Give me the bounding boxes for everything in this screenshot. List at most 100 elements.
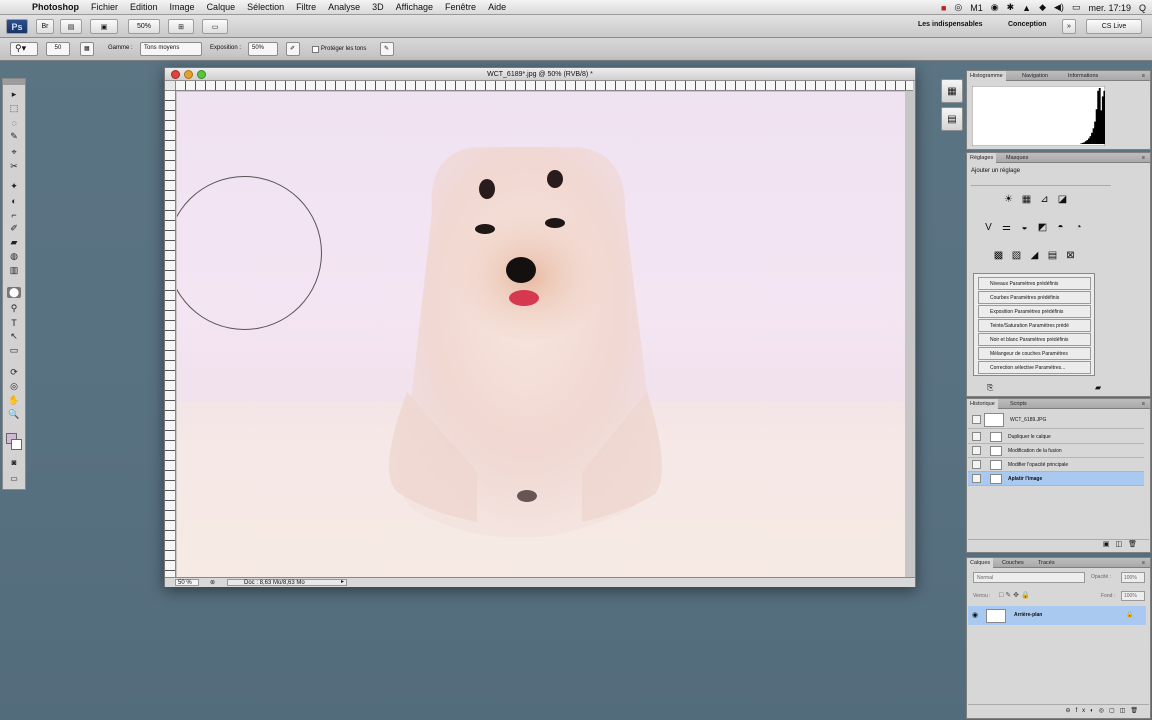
camera-icon[interactable]: ▰ — [1095, 383, 1101, 392]
exposure-input[interactable]: 50% — [248, 42, 278, 56]
status-icon[interactable]: ■ — [941, 3, 946, 13]
black-white-icon[interactable]: ◩ — [1035, 221, 1050, 234]
range-select[interactable]: Tons moyens — [140, 42, 202, 56]
arrange-documents-icon[interactable]: ⊞ — [168, 19, 194, 34]
gradient-tool-icon[interactable]: ◍ — [7, 251, 21, 262]
menu-photoshop[interactable]: Photoshop — [26, 2, 85, 12]
clock[interactable]: mer. 17:19 — [1088, 3, 1131, 13]
status-icon[interactable]: M1 — [970, 3, 983, 13]
tab-historique[interactable]: Historique — [967, 399, 998, 409]
menu-fenetre[interactable]: Fenêtre — [439, 2, 482, 12]
history-item[interactable]: Dupliquer le calque — [968, 430, 1144, 444]
ruler-origin[interactable] — [165, 81, 176, 91]
pen-tool-icon[interactable]: ⚲ — [7, 303, 21, 314]
vibrance-icon[interactable]: V — [981, 221, 996, 234]
history-source-checkbox[interactable] — [972, 432, 981, 441]
menu-aide[interactable]: Aide — [482, 2, 512, 12]
blend-mode-select[interactable]: Normal — [973, 572, 1085, 583]
panel-menu-icon[interactable]: ≡ — [1139, 558, 1148, 568]
menu-3d[interactable]: 3D — [366, 2, 390, 12]
battery-icon[interactable]: ▭ — [1072, 2, 1081, 13]
menu-analyse[interactable]: Analyse — [322, 2, 366, 12]
tab-histogramme[interactable]: Histogramme — [967, 71, 1006, 81]
preset-channel-mixer[interactable]: Mélangeur de couches Paramètres — [978, 347, 1091, 360]
blur-tool-icon[interactable]: ▥ — [7, 265, 21, 276]
tab-couches[interactable]: Couches — [999, 558, 1027, 568]
history-item[interactable]: Modifier l'opacité principale — [968, 458, 1144, 472]
airbrush-icon[interactable]: ✐ — [286, 42, 300, 56]
preset-curves[interactable]: Courbes Paramètres prédéfinis — [978, 291, 1091, 304]
preset-selective-color[interactable]: Correction sélective Paramètres... — [978, 361, 1091, 374]
history-item[interactable]: Modification de la fusion — [968, 444, 1144, 458]
history-footer-buttons[interactable]: ▣◫🗑 — [968, 539, 1149, 551]
clone-stamp-tool-icon[interactable]: ⌐ — [7, 209, 21, 220]
mini-bridge-icon[interactable]: ▤ — [60, 19, 82, 34]
eye-icon[interactable]: ◉ — [972, 606, 978, 625]
tab-traces[interactable]: Tracés — [1035, 558, 1058, 568]
move-tool-icon[interactable]: ▸ — [7, 89, 21, 100]
pressure-icon[interactable]: ✎ — [380, 42, 394, 56]
workspace-design[interactable]: Conception — [1008, 21, 1047, 28]
status-menu-arrow-icon[interactable]: ▸ — [341, 578, 344, 585]
tools-panel-header[interactable] — [3, 79, 25, 85]
brush-size-picker[interactable]: 50 — [46, 42, 70, 56]
hue-saturation-icon[interactable]: ⚌ — [999, 221, 1014, 234]
layers-footer-buttons[interactable]: ⊖fx◐◎▢◫🗑 — [968, 704, 1149, 717]
tool-preset-picker[interactable]: ⚲▾ — [10, 42, 38, 56]
menu-affichage[interactable]: Affichage — [390, 2, 439, 12]
3d-orbit-tool-icon[interactable]: ◎ — [7, 381, 21, 392]
document-info[interactable]: Doc : 8,63 Mo/8,63 Mo — [227, 579, 347, 586]
status-icon[interactable]: ◎ — [954, 2, 962, 13]
tab-masques[interactable]: Masques — [1003, 153, 1031, 163]
preset-black-white[interactable]: Noir et blanc Paramètres prédéfinis — [978, 333, 1091, 346]
hand-tool-icon[interactable]: ✋ — [7, 395, 21, 406]
spotlight-icon[interactable]: Q — [1139, 3, 1146, 13]
type-tool-icon[interactable]: T — [7, 317, 21, 328]
panel-menu-icon[interactable]: ≡ — [1139, 399, 1148, 409]
menu-fichier[interactable]: Fichier — [85, 2, 124, 12]
gradient-map-icon[interactable]: ▤ — [1045, 249, 1060, 262]
actions-panel-icon[interactable]: ▤ — [941, 107, 963, 131]
brightness-contrast-icon[interactable]: ☀ — [1001, 193, 1016, 206]
history-source-checkbox[interactable] — [972, 474, 981, 483]
history-snapshot[interactable]: WCT_6189.JPG — [968, 411, 1144, 429]
wifi-icon[interactable]: ◆ — [1039, 2, 1046, 13]
marquee-tool-icon[interactable]: ⬚ — [7, 103, 21, 114]
background-color-swatch[interactable] — [11, 439, 22, 450]
threshold-icon[interactable]: ◢ — [1027, 249, 1042, 262]
minimize-window-icon[interactable] — [184, 70, 193, 79]
menu-image[interactable]: Image — [164, 2, 201, 12]
close-window-icon[interactable] — [171, 70, 180, 79]
bridge-icon[interactable]: Br — [36, 19, 54, 34]
quick-mask-icon[interactable]: ◙ — [7, 457, 21, 468]
status-icon[interactable]: ◉ — [991, 2, 999, 13]
3d-rotate-tool-icon[interactable]: ⟳ — [7, 367, 21, 378]
panel-menu-icon[interactable]: ≡ — [1139, 71, 1148, 81]
screen-mode-icon[interactable]: ▭ — [202, 19, 228, 34]
eraser-tool-icon[interactable]: ▰ — [7, 237, 21, 248]
quick-selection-tool-icon[interactable]: ✎ — [7, 131, 21, 142]
checkbox-icon[interactable] — [312, 45, 319, 53]
crop-tool-icon[interactable]: ⌖ — [7, 147, 21, 158]
tab-navigation[interactable]: Navigation — [1019, 71, 1051, 81]
fill-input[interactable]: 100% — [1121, 591, 1145, 601]
brush-tool-icon[interactable]: ◐ — [7, 195, 21, 206]
channel-mixer-icon[interactable]: ◔ — [1071, 221, 1086, 234]
layer-row[interactable]: ◉ Arrière-plan 🔒 — [968, 606, 1146, 625]
lock-icons[interactable]: □✎✥🔒 — [999, 591, 1032, 599]
shape-tool-icon[interactable]: ▭ — [7, 345, 21, 356]
tab-calques[interactable]: Calques — [967, 558, 994, 568]
history-brush-tool-icon[interactable]: ✐ — [7, 223, 21, 234]
photo-filter-icon[interactable]: ◓ — [1053, 221, 1068, 234]
preset-levels[interactable]: Niveaux Paramètres prédéfinis — [978, 277, 1091, 290]
zoom-window-icon[interactable] — [197, 70, 206, 79]
clip-icon[interactable]: ⎘ — [987, 383, 993, 393]
levels-icon[interactable]: ▦ — [1019, 193, 1034, 206]
layer-name[interactable]: Arrière-plan — [1014, 606, 1042, 625]
vertical-ruler[interactable] — [165, 91, 176, 579]
screen-mode-icon[interactable]: ▭ — [7, 473, 21, 484]
panel-menu-icon[interactable]: ≡ — [1139, 153, 1148, 163]
workspace-essentials[interactable]: Les indispensables — [918, 21, 983, 28]
menu-calque[interactable]: Calque — [201, 2, 242, 12]
curves-icon[interactable]: ⊿ — [1037, 193, 1052, 206]
